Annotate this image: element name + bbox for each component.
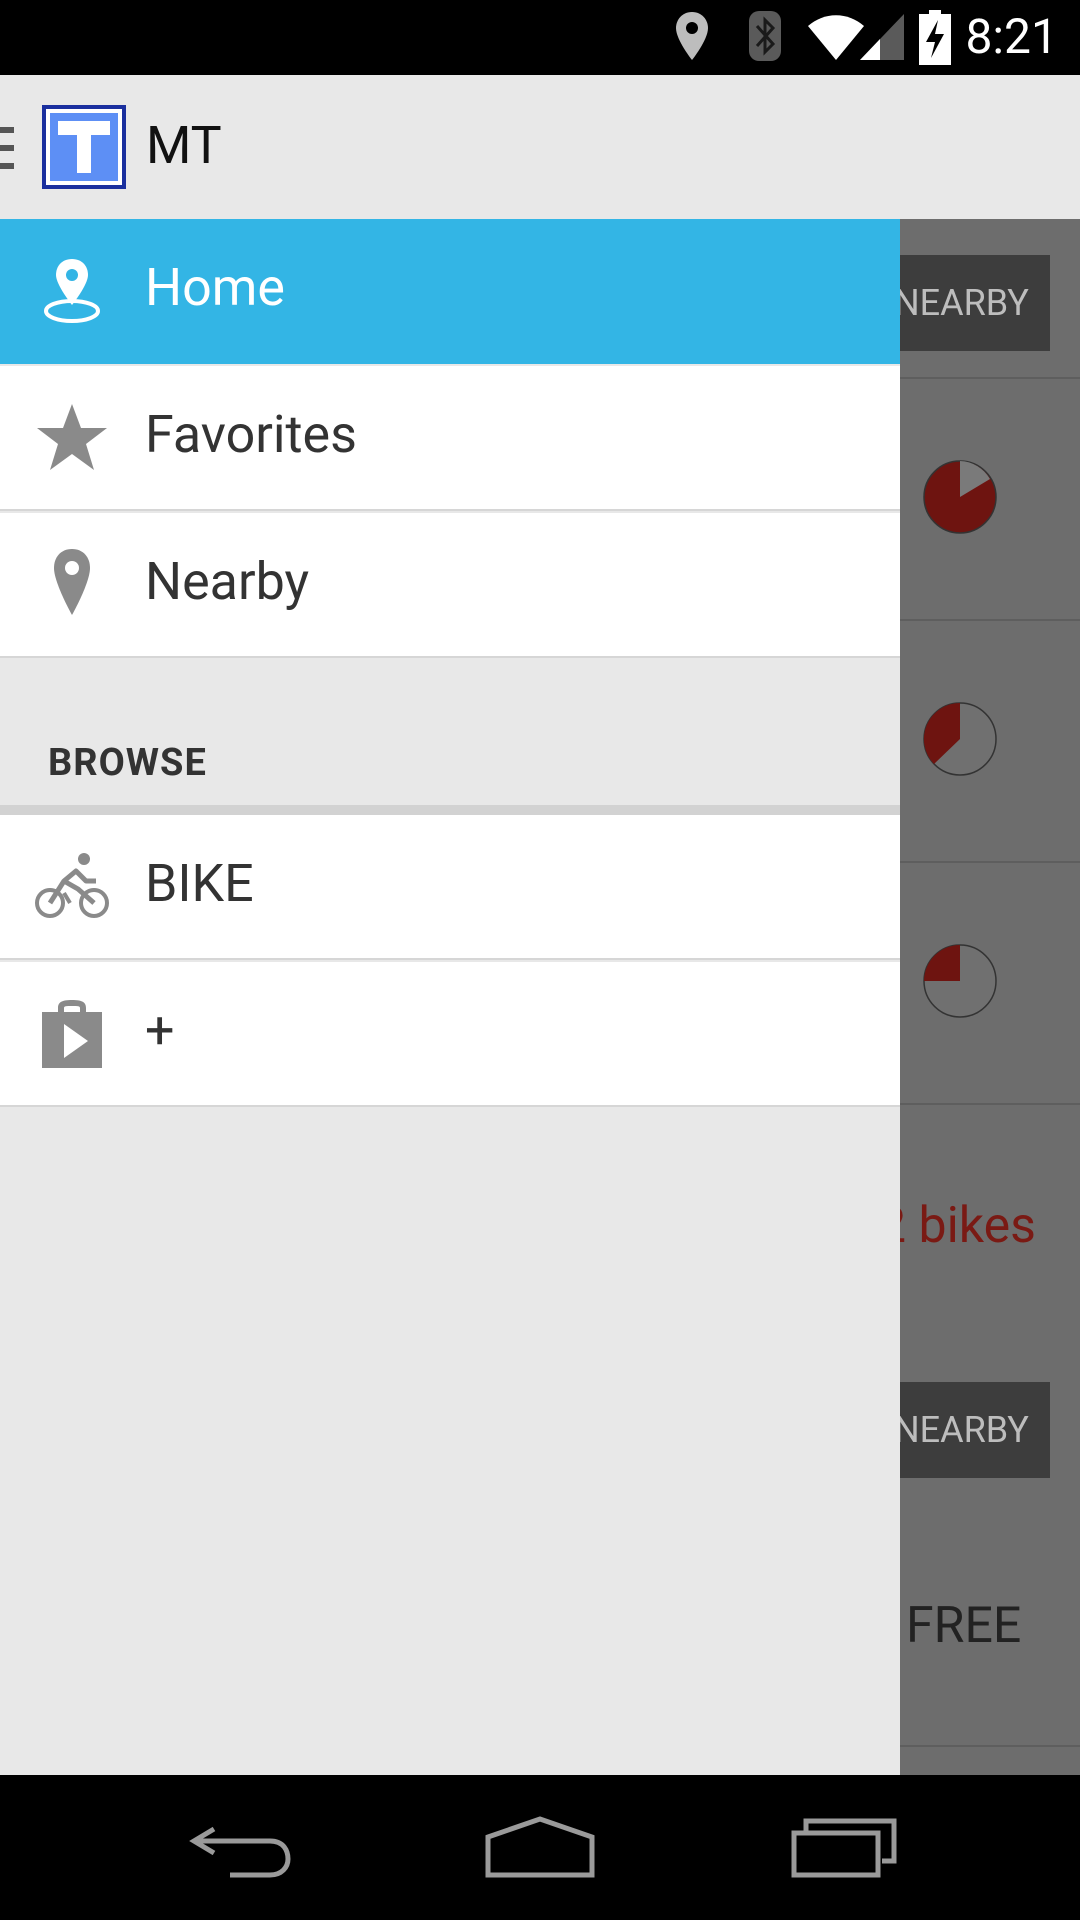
background-content: NEARBY 2 bikes NEARBY FREE	[900, 219, 1080, 1775]
battery-charging-icon	[919, 10, 951, 65]
location-pin-icon	[54, 549, 90, 615]
divider	[900, 861, 1080, 863]
drawer-item-favorites[interactable]: Favorites	[0, 366, 900, 511]
section-divider	[0, 805, 900, 815]
divider	[900, 1103, 1080, 1105]
bicycle-icon	[35, 853, 109, 918]
drawer-item-label: Home	[145, 257, 285, 318]
drawer-item-add[interactable]: +	[0, 962, 900, 1107]
free-text: FREE	[906, 1597, 1022, 1655]
drawer-indicator-icon[interactable]	[0, 127, 14, 171]
play-store-icon	[42, 1000, 102, 1068]
pie-indicator	[923, 460, 997, 534]
recents-icon[interactable]	[790, 1815, 898, 1879]
drawer-item-bike[interactable]: BIKE	[0, 815, 900, 960]
drawer-item-nearby[interactable]: Nearby	[0, 513, 900, 658]
navigation-bar	[0, 1775, 1080, 1920]
bikes-count-text: 2 bikes	[900, 1197, 1036, 1255]
divider	[900, 619, 1080, 621]
pie-indicator	[923, 702, 997, 776]
app-logo-icon[interactable]	[42, 105, 126, 189]
navigation-drawer: Home Favorites Nearby BROWSE BIKE +	[0, 219, 900, 1775]
drawer-item-home[interactable]: Home	[0, 219, 900, 364]
wifi-icon	[808, 15, 864, 60]
divider	[900, 377, 1080, 379]
bluetooth-icon	[749, 11, 781, 61]
place-pin-icon	[44, 259, 100, 323]
back-icon[interactable]	[188, 1815, 292, 1879]
action-bar[interactable]: MT	[0, 75, 1080, 219]
status-bar: 8:21	[0, 0, 1080, 75]
divider	[900, 1745, 1080, 1747]
nearby-button: NEARBY	[900, 1382, 1050, 1478]
drawer-item-label: +	[145, 1000, 175, 1061]
pie-indicator	[923, 944, 997, 1018]
home-icon[interactable]	[484, 1815, 596, 1879]
app-title: MT	[146, 115, 222, 176]
nearby-button: NEARBY	[900, 255, 1050, 351]
signal-icon	[860, 14, 904, 60]
status-time: 8:21	[965, 8, 1058, 65]
star-icon	[37, 404, 107, 470]
browse-section-header: BROWSE	[48, 741, 207, 785]
location-icon	[676, 12, 708, 60]
drawer-item-label: Favorites	[145, 404, 357, 465]
drawer-item-label: Nearby	[145, 551, 310, 612]
drawer-item-label: BIKE	[145, 853, 254, 914]
